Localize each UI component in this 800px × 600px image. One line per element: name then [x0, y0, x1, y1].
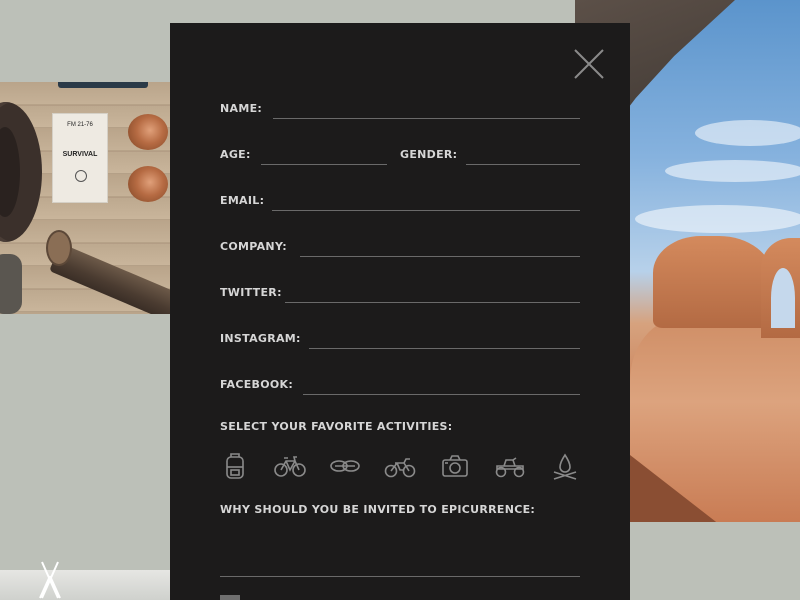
age-input[interactable] — [261, 149, 387, 165]
age-label: AGE: — [220, 148, 251, 161]
email-input[interactable] — [272, 195, 580, 211]
why-label: WHY SHOULD YOU BE INVITED TO EPICURRENCE… — [220, 503, 536, 516]
activities-label: SELECT YOUR FAVORITE ACTIVITIES: — [220, 420, 453, 433]
activity-bicycle[interactable] — [274, 451, 306, 481]
boot — [0, 254, 22, 314]
email-label: EMAIL: — [220, 194, 265, 207]
invite-form-modal: NAME: AGE: GENDER: EMAIL: COMPANY: TWITT… — [170, 23, 630, 600]
motorcycle-icon — [384, 458, 416, 478]
activity-rope[interactable] — [329, 451, 361, 481]
rope-icon — [330, 460, 360, 472]
facebook-input[interactable] — [303, 379, 580, 395]
arch-opening — [771, 268, 795, 328]
activity-atv[interactable] — [494, 451, 526, 481]
campfire-icon — [553, 453, 577, 480]
tent-icon — [39, 561, 61, 599]
why-textarea[interactable] — [220, 533, 580, 577]
rock-formation — [653, 236, 773, 328]
twitter-label: TWITTER: — [220, 286, 282, 299]
activity-backpack[interactable] — [220, 451, 252, 481]
flatlay-photo: FM 21-76 SURVIVAL — [0, 82, 170, 314]
cloud — [635, 205, 800, 233]
name-label: NAME: — [220, 102, 263, 115]
name-input[interactable] — [273, 103, 580, 119]
activity-selector — [220, 451, 580, 481]
activity-camera[interactable] — [439, 451, 471, 481]
camera-icon — [442, 455, 468, 477]
company-label: COMPANY: — [220, 240, 287, 253]
copper-cup — [128, 114, 168, 150]
agreement-checkbox[interactable] — [220, 595, 240, 600]
book-seal — [75, 170, 87, 182]
book-code: FM 21-76 — [67, 122, 93, 128]
atv-icon — [495, 457, 525, 478]
activity-campfire[interactable] — [549, 451, 581, 481]
instagram-label: INSTAGRAM: — [220, 332, 301, 345]
close-button[interactable] — [573, 48, 605, 80]
twitter-input[interactable] — [285, 287, 580, 303]
cloth — [58, 82, 148, 88]
book-title: SURVIVAL — [62, 151, 98, 158]
survival-book: FM 21-76 SURVIVAL — [52, 113, 108, 203]
bicycle-icon — [274, 456, 306, 477]
gender-label: GENDER: — [400, 148, 458, 161]
cloud — [665, 160, 800, 182]
activity-motorcycle[interactable] — [384, 451, 416, 481]
log-end — [46, 230, 72, 266]
backpack-icon — [226, 453, 244, 479]
gender-input[interactable] — [466, 149, 580, 165]
company-input[interactable] — [300, 241, 580, 257]
close-icon — [574, 49, 604, 79]
cloud — [695, 120, 800, 146]
copper-cup — [128, 166, 168, 202]
instagram-input[interactable] — [309, 333, 580, 349]
facebook-label: FACEBOOK: — [220, 378, 294, 391]
tent-photo — [0, 570, 170, 600]
